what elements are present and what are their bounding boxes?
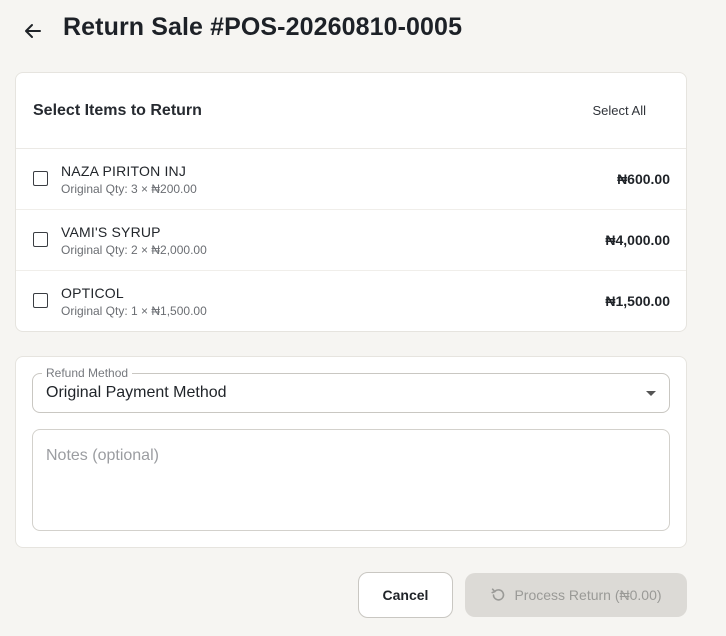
item-name: NAZA PIRITON INJ <box>61 163 187 179</box>
refund-method-select[interactable]: Refund Method Original Payment Method <box>32 366 670 413</box>
refund-method-label: Refund Method <box>42 366 133 380</box>
back-button[interactable] <box>18 16 48 46</box>
item-original-qty: Original Qty: 1 × ₦1,500.00 <box>61 304 207 318</box>
item-price: ₦1,500.00 <box>605 293 670 309</box>
item-name: OPTICOL <box>61 285 124 301</box>
return-item-row[interactable]: VAMI'S SYRUP Original Qty: 2 × ₦2,000.00… <box>16 210 686 271</box>
caret-down-icon <box>646 391 656 396</box>
cancel-button[interactable]: Cancel <box>358 572 453 618</box>
process-return-label: Process Return (₦0.00) <box>514 587 662 603</box>
item-checkbox[interactable] <box>33 232 48 247</box>
notes-input[interactable] <box>32 429 670 531</box>
item-price: ₦600.00 <box>617 171 670 187</box>
items-card-header: Select Items to Return Select All <box>16 73 686 149</box>
select-all-button[interactable]: Select All <box>593 103 646 118</box>
item-original-qty: Original Qty: 2 × ₦2,000.00 <box>61 243 207 257</box>
page-header: Return Sale #POS-20260810-0005 <box>0 0 726 60</box>
item-original-qty: Original Qty: 3 × ₦200.00 <box>61 182 197 196</box>
refund-card: Refund Method Original Payment Method <box>15 356 687 548</box>
items-card: Select Items to Return Select All NAZA P… <box>15 72 687 332</box>
process-return-button[interactable]: Process Return (₦0.00) <box>465 573 687 617</box>
items-section-title: Select Items to Return <box>33 102 202 119</box>
undo-icon <box>491 588 505 601</box>
return-item-row[interactable]: OPTICOL Original Qty: 1 × ₦1,500.00 ₦1,5… <box>16 271 686 332</box>
arrow-left-icon <box>25 24 41 38</box>
item-name: VAMI'S SYRUP <box>61 224 161 240</box>
refund-method-value: Original Payment Method <box>46 384 227 401</box>
item-checkbox[interactable] <box>33 293 48 308</box>
return-item-row[interactable]: NAZA PIRITON INJ Original Qty: 3 × ₦200.… <box>16 149 686 210</box>
item-checkbox[interactable] <box>33 171 48 186</box>
item-price: ₦4,000.00 <box>605 232 670 248</box>
page-title: Return Sale #POS-20260810-0005 <box>63 13 463 41</box>
